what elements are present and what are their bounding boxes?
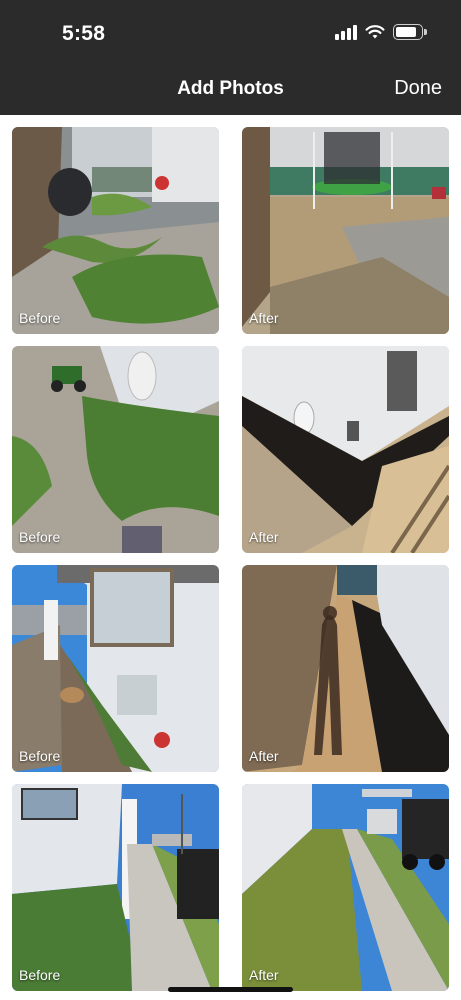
photo-label: After <box>249 967 279 983</box>
status-icons <box>335 24 427 40</box>
photo-grid: Before After Before After Before After B… <box>12 127 449 991</box>
photo-label: After <box>249 310 279 326</box>
cellular-signal-icon <box>335 24 357 40</box>
photo-label: Before <box>19 748 61 764</box>
add-photos-screen: 5:58 Add Photos Done Before After Before… <box>0 0 461 1000</box>
photo-label: Before <box>19 310 61 326</box>
photo-thumbnail[interactable]: After <box>242 784 449 991</box>
page-title: Add Photos <box>177 78 284 99</box>
photo-thumbnail[interactable]: After <box>242 127 449 334</box>
photo-image <box>242 127 449 334</box>
photo-image <box>12 346 219 553</box>
photo-thumbnail[interactable]: Before <box>12 127 219 334</box>
home-indicator[interactable] <box>168 987 293 992</box>
photo-label: Before <box>19 967 61 983</box>
photo-image <box>242 784 449 991</box>
photo-image <box>242 346 449 553</box>
battery-icon <box>393 24 427 40</box>
status-time: 5:58 <box>62 22 106 45</box>
photo-label: After <box>249 748 279 764</box>
wifi-icon <box>365 25 385 39</box>
photo-thumbnail[interactable]: Before <box>12 565 219 772</box>
photo-image <box>12 784 219 991</box>
photo-label: Before <box>19 529 61 545</box>
photo-image <box>242 565 449 772</box>
photo-image <box>12 127 219 334</box>
done-button[interactable]: Done <box>394 77 442 100</box>
header-bar: 5:58 Add Photos Done <box>0 0 461 115</box>
photo-image <box>12 565 219 772</box>
photo-thumbnail[interactable]: Before <box>12 784 219 991</box>
photo-thumbnail[interactable]: Before <box>12 346 219 553</box>
photo-thumbnail[interactable]: After <box>242 565 449 772</box>
photo-thumbnail[interactable]: After <box>242 346 449 553</box>
photo-label: After <box>249 529 279 545</box>
